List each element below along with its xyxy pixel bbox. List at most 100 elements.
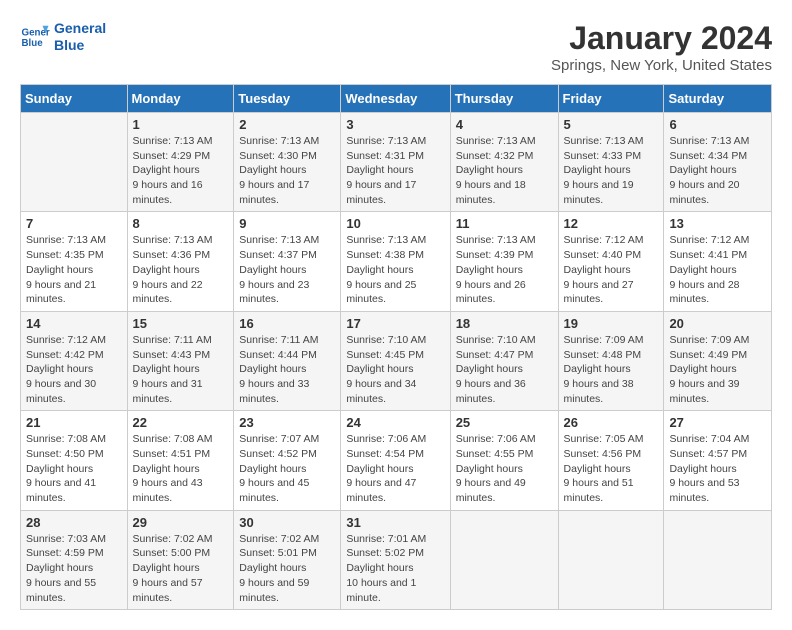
header-tuesday: Tuesday — [234, 85, 341, 113]
calendar-cell: 9 Sunrise: 7:13 AM Sunset: 4:37 PM Dayli… — [234, 212, 341, 311]
week-row-2: 7 Sunrise: 7:13 AM Sunset: 4:35 PM Dayli… — [21, 212, 772, 311]
day-number: 6 — [669, 117, 766, 132]
day-info: Sunrise: 7:02 AM Sunset: 5:01 PM Dayligh… — [239, 532, 335, 605]
calendar-cell: 16 Sunrise: 7:11 AM Sunset: 4:44 PM Dayl… — [234, 311, 341, 410]
day-info: Sunrise: 7:13 AM Sunset: 4:35 PM Dayligh… — [26, 233, 122, 306]
calendar-cell: 27 Sunrise: 7:04 AM Sunset: 4:57 PM Dayl… — [664, 411, 772, 510]
day-number: 10 — [346, 216, 444, 231]
logo: General Blue General Blue — [20, 20, 106, 54]
day-info: Sunrise: 7:04 AM Sunset: 4:57 PM Dayligh… — [669, 432, 766, 505]
calendar-cell: 11 Sunrise: 7:13 AM Sunset: 4:39 PM Dayl… — [450, 212, 558, 311]
day-number: 9 — [239, 216, 335, 231]
day-info: Sunrise: 7:09 AM Sunset: 4:49 PM Dayligh… — [669, 333, 766, 406]
logo-icon: General Blue — [20, 22, 50, 52]
day-info: Sunrise: 7:13 AM Sunset: 4:32 PM Dayligh… — [456, 134, 553, 207]
calendar-cell: 4 Sunrise: 7:13 AM Sunset: 4:32 PM Dayli… — [450, 113, 558, 212]
day-number: 12 — [564, 216, 659, 231]
calendar-header-row: Sunday Monday Tuesday Wednesday Thursday… — [21, 85, 772, 113]
day-info: Sunrise: 7:11 AM Sunset: 4:44 PM Dayligh… — [239, 333, 335, 406]
calendar-cell: 13 Sunrise: 7:12 AM Sunset: 4:41 PM Dayl… — [664, 212, 772, 311]
day-info: Sunrise: 7:10 AM Sunset: 4:47 PM Dayligh… — [456, 333, 553, 406]
calendar-cell: 1 Sunrise: 7:13 AM Sunset: 4:29 PM Dayli… — [127, 113, 234, 212]
calendar-cell — [558, 510, 664, 609]
calendar-cell: 18 Sunrise: 7:10 AM Sunset: 4:47 PM Dayl… — [450, 311, 558, 410]
day-info: Sunrise: 7:11 AM Sunset: 4:43 PM Dayligh… — [133, 333, 229, 406]
day-info: Sunrise: 7:13 AM Sunset: 4:38 PM Dayligh… — [346, 233, 444, 306]
day-number: 14 — [26, 316, 122, 331]
day-info: Sunrise: 7:07 AM Sunset: 4:52 PM Dayligh… — [239, 432, 335, 505]
day-info: Sunrise: 7:13 AM Sunset: 4:31 PM Dayligh… — [346, 134, 444, 207]
calendar-cell: 24 Sunrise: 7:06 AM Sunset: 4:54 PM Dayl… — [341, 411, 450, 510]
day-number: 30 — [239, 515, 335, 530]
calendar-subtitle: Springs, New York, United States — [551, 57, 772, 74]
day-number: 24 — [346, 415, 444, 430]
day-info: Sunrise: 7:13 AM Sunset: 4:34 PM Dayligh… — [669, 134, 766, 207]
day-info: Sunrise: 7:02 AM Sunset: 5:00 PM Dayligh… — [133, 532, 229, 605]
day-number: 31 — [346, 515, 444, 530]
header-saturday: Saturday — [664, 85, 772, 113]
calendar-cell: 5 Sunrise: 7:13 AM Sunset: 4:33 PM Dayli… — [558, 113, 664, 212]
day-number: 20 — [669, 316, 766, 331]
day-number: 15 — [133, 316, 229, 331]
day-info: Sunrise: 7:03 AM Sunset: 4:59 PM Dayligh… — [26, 532, 122, 605]
day-number: 17 — [346, 316, 444, 331]
day-number: 11 — [456, 216, 553, 231]
day-info: Sunrise: 7:10 AM Sunset: 4:45 PM Dayligh… — [346, 333, 444, 406]
logo-blue: Blue — [54, 37, 106, 54]
day-number: 7 — [26, 216, 122, 231]
header: General Blue General Blue January 2024 S… — [20, 20, 772, 74]
calendar-cell: 22 Sunrise: 7:08 AM Sunset: 4:51 PM Dayl… — [127, 411, 234, 510]
day-info: Sunrise: 7:08 AM Sunset: 4:51 PM Dayligh… — [133, 432, 229, 505]
calendar-cell — [664, 510, 772, 609]
day-info: Sunrise: 7:12 AM Sunset: 4:42 PM Dayligh… — [26, 333, 122, 406]
calendar-cell: 14 Sunrise: 7:12 AM Sunset: 4:42 PM Dayl… — [21, 311, 128, 410]
calendar-cell: 15 Sunrise: 7:11 AM Sunset: 4:43 PM Dayl… — [127, 311, 234, 410]
day-info: Sunrise: 7:13 AM Sunset: 4:39 PM Dayligh… — [456, 233, 553, 306]
calendar-cell: 6 Sunrise: 7:13 AM Sunset: 4:34 PM Dayli… — [664, 113, 772, 212]
day-info: Sunrise: 7:05 AM Sunset: 4:56 PM Dayligh… — [564, 432, 659, 505]
day-info: Sunrise: 7:12 AM Sunset: 4:41 PM Dayligh… — [669, 233, 766, 306]
calendar-cell — [21, 113, 128, 212]
calendar-cell: 20 Sunrise: 7:09 AM Sunset: 4:49 PM Dayl… — [664, 311, 772, 410]
calendar-cell: 25 Sunrise: 7:06 AM Sunset: 4:55 PM Dayl… — [450, 411, 558, 510]
day-number: 22 — [133, 415, 229, 430]
calendar-title: January 2024 — [551, 20, 772, 57]
week-row-1: 1 Sunrise: 7:13 AM Sunset: 4:29 PM Dayli… — [21, 113, 772, 212]
day-number: 4 — [456, 117, 553, 132]
day-info: Sunrise: 7:01 AM Sunset: 5:02 PM Dayligh… — [346, 532, 444, 605]
day-info: Sunrise: 7:06 AM Sunset: 4:54 PM Dayligh… — [346, 432, 444, 505]
day-number: 26 — [564, 415, 659, 430]
day-number: 1 — [133, 117, 229, 132]
day-number: 27 — [669, 415, 766, 430]
calendar-cell — [450, 510, 558, 609]
calendar-cell: 31 Sunrise: 7:01 AM Sunset: 5:02 PM Dayl… — [341, 510, 450, 609]
calendar-cell: 29 Sunrise: 7:02 AM Sunset: 5:00 PM Dayl… — [127, 510, 234, 609]
calendar-cell: 19 Sunrise: 7:09 AM Sunset: 4:48 PM Dayl… — [558, 311, 664, 410]
day-info: Sunrise: 7:08 AM Sunset: 4:50 PM Dayligh… — [26, 432, 122, 505]
day-number: 16 — [239, 316, 335, 331]
day-number: 13 — [669, 216, 766, 231]
day-number: 2 — [239, 117, 335, 132]
calendar-cell: 17 Sunrise: 7:10 AM Sunset: 4:45 PM Dayl… — [341, 311, 450, 410]
logo-general: General — [54, 20, 106, 37]
week-row-5: 28 Sunrise: 7:03 AM Sunset: 4:59 PM Dayl… — [21, 510, 772, 609]
header-monday: Monday — [127, 85, 234, 113]
day-info: Sunrise: 7:12 AM Sunset: 4:40 PM Dayligh… — [564, 233, 659, 306]
calendar-cell: 7 Sunrise: 7:13 AM Sunset: 4:35 PM Dayli… — [21, 212, 128, 311]
day-number: 25 — [456, 415, 553, 430]
day-number: 29 — [133, 515, 229, 530]
day-number: 23 — [239, 415, 335, 430]
header-friday: Friday — [558, 85, 664, 113]
calendar-cell: 10 Sunrise: 7:13 AM Sunset: 4:38 PM Dayl… — [341, 212, 450, 311]
calendar-cell: 30 Sunrise: 7:02 AM Sunset: 5:01 PM Dayl… — [234, 510, 341, 609]
day-number: 8 — [133, 216, 229, 231]
header-sunday: Sunday — [21, 85, 128, 113]
calendar-cell: 28 Sunrise: 7:03 AM Sunset: 4:59 PM Dayl… — [21, 510, 128, 609]
day-number: 5 — [564, 117, 659, 132]
title-area: January 2024 Springs, New York, United S… — [551, 20, 772, 74]
calendar-cell: 23 Sunrise: 7:07 AM Sunset: 4:52 PM Dayl… — [234, 411, 341, 510]
day-number: 3 — [346, 117, 444, 132]
calendar-cell: 12 Sunrise: 7:12 AM Sunset: 4:40 PM Dayl… — [558, 212, 664, 311]
week-row-3: 14 Sunrise: 7:12 AM Sunset: 4:42 PM Dayl… — [21, 311, 772, 410]
header-wednesday: Wednesday — [341, 85, 450, 113]
